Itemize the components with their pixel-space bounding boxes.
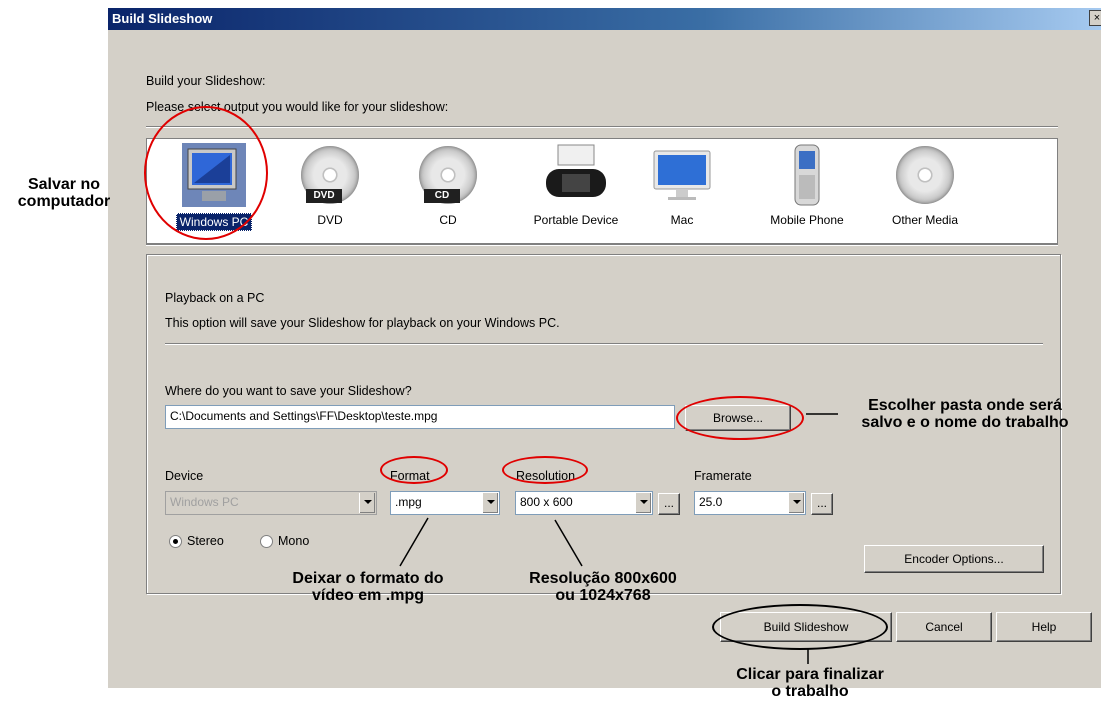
- annotation-lines: [399, 413, 838, 664]
